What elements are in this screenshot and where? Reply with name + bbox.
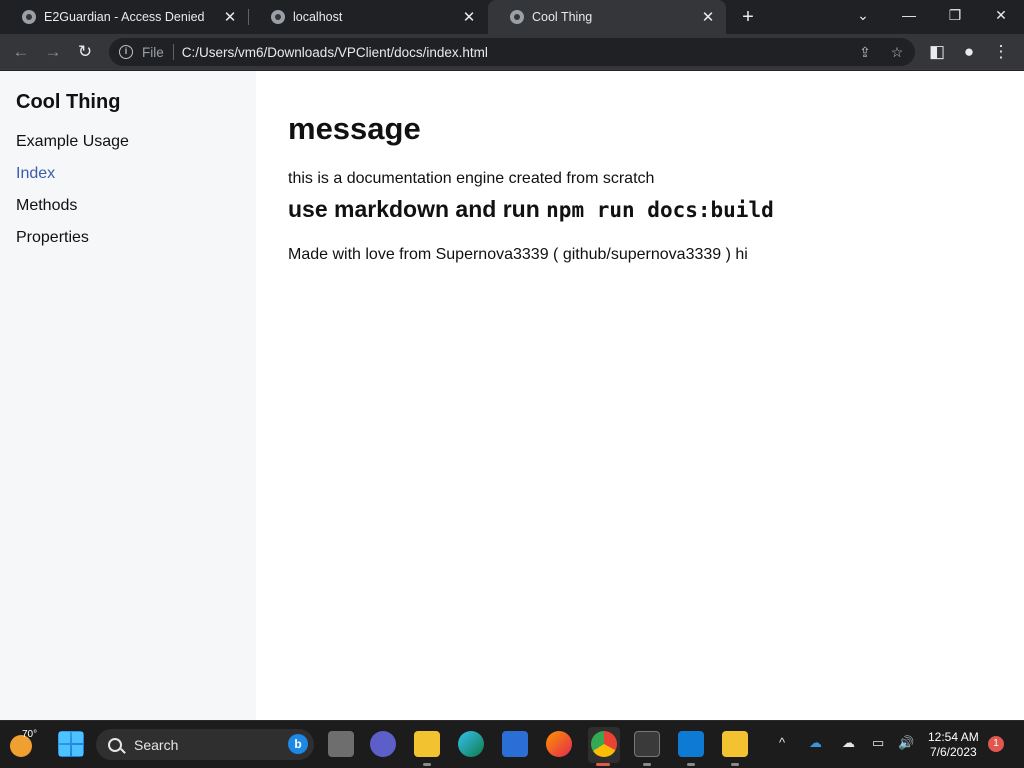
- edge-icon[interactable]: [458, 731, 484, 757]
- tab-cool-thing[interactable]: Cool Thing ✕: [488, 0, 726, 34]
- weather-temp: 70°: [22, 729, 38, 740]
- web-page: Cool Thing Example Usage Index Methods P…: [0, 71, 1024, 720]
- search-icon: [108, 737, 122, 752]
- taskbar-search[interactable]: Search b: [96, 729, 314, 760]
- address-bar[interactable]: i File C:/Users/vm6/Downloads/VPClient/d…: [109, 38, 915, 66]
- credits-paragraph: Made with love from Supernova3339 ( gith…: [288, 246, 748, 263]
- subheading-text: use markdown and run: [288, 196, 547, 222]
- subheading: use markdown and run npm run docs:build: [288, 196, 774, 223]
- close-tab-icon[interactable]: ✕: [698, 8, 718, 26]
- clock-time: 12:54 AM: [928, 730, 979, 744]
- tab-search-icon[interactable]: ⌄: [840, 0, 886, 30]
- sidebar-link-properties[interactable]: Properties: [16, 229, 89, 247]
- page-heading: message: [288, 111, 421, 146]
- onedrive-icon[interactable]: ☁: [809, 735, 822, 751]
- running-indicator: [643, 763, 651, 766]
- restore-button[interactable]: ❐: [932, 0, 978, 30]
- share-icon[interactable]: ⇪: [854, 41, 876, 63]
- vscode-icon[interactable]: [678, 731, 704, 757]
- clock-date: 7/6/2023: [929, 745, 977, 759]
- close-tab-icon[interactable]: ✕: [220, 8, 240, 26]
- bing-icon[interactable]: b: [288, 734, 308, 754]
- firefox-icon[interactable]: [546, 731, 572, 757]
- command-code: npm run docs:build: [546, 198, 774, 222]
- sidebar-link-methods[interactable]: Methods: [16, 197, 77, 215]
- chrome-icon[interactable]: [591, 731, 617, 757]
- sidebar-link-example-usage[interactable]: Example Usage: [16, 133, 129, 151]
- new-tab-button[interactable]: +: [736, 5, 760, 29]
- volume-icon[interactable]: 🔊: [898, 735, 914, 751]
- running-indicator: [731, 763, 739, 766]
- sidebar-link-index[interactable]: Index: [16, 165, 55, 183]
- terminal-icon[interactable]: [634, 731, 660, 757]
- globe-icon: [22, 10, 36, 24]
- info-icon[interactable]: i: [119, 45, 133, 59]
- menu-kebab-icon[interactable]: ⋮: [988, 39, 1014, 65]
- running-indicator: [687, 763, 695, 766]
- search-placeholder: Search: [134, 736, 179, 753]
- tab-localhost[interactable]: localhost ✕: [249, 0, 487, 34]
- show-hidden-icons-icon[interactable]: ^: [779, 735, 785, 750]
- intro-paragraph: this is a documentation engine created f…: [288, 170, 655, 187]
- store-icon[interactable]: [502, 731, 528, 757]
- tab-title: Cool Thing: [532, 10, 593, 24]
- back-button[interactable]: ←: [8, 39, 34, 65]
- side-panel-icon[interactable]: ◧: [924, 39, 950, 65]
- tab-title: E2Guardian - Access Denied: [44, 10, 205, 24]
- close-window-button[interactable]: ✕: [978, 0, 1024, 30]
- url-text[interactable]: C:/Users/vm6/Downloads/VPClient/docs/ind…: [182, 45, 488, 60]
- browser-toolbar: ← → ↻ i File C:/Users/vm6/Downloads/VPCl…: [0, 34, 1024, 70]
- taskbar: 70° Search b ^ ☁ ☁ ▭ 🔊 12:54 AM 7/6/2023: [0, 720, 1024, 768]
- minimize-button[interactable]: —: [886, 0, 932, 30]
- network-icon[interactable]: ▭: [872, 735, 884, 751]
- start-icon[interactable]: [58, 731, 84, 757]
- notification-badge[interactable]: 1: [988, 736, 1004, 752]
- divider: [172, 44, 174, 60]
- tab-strip: E2Guardian - Access Denied ✕ localhost ✕…: [0, 0, 1024, 34]
- tab-e2guardian[interactable]: E2Guardian - Access Denied ✕: [0, 0, 248, 34]
- docs-sidebar: Cool Thing Example Usage Index Methods P…: [0, 71, 256, 720]
- tab-title: localhost: [293, 10, 343, 24]
- taskbar-clock[interactable]: 12:54 AM 7/6/2023: [928, 730, 979, 760]
- task-view-icon[interactable]: [328, 731, 354, 757]
- file-explorer-icon[interactable]: [414, 731, 440, 757]
- reload-button[interactable]: ↻: [72, 39, 98, 65]
- bookmark-star-icon[interactable]: ☆: [886, 41, 908, 63]
- site-title: Cool Thing: [16, 91, 121, 113]
- folder-tool-icon[interactable]: [722, 731, 748, 757]
- running-indicator: [596, 763, 610, 766]
- url-scheme: File: [142, 44, 164, 60]
- globe-icon: [271, 10, 285, 24]
- cloud-offline-icon[interactable]: ☁: [842, 735, 855, 751]
- running-indicator: [423, 763, 431, 766]
- chat-icon[interactable]: [370, 731, 396, 757]
- close-tab-icon[interactable]: ✕: [459, 8, 479, 26]
- forward-button[interactable]: →: [40, 39, 66, 65]
- globe-icon: [510, 10, 524, 24]
- profile-icon[interactable]: ●: [956, 39, 982, 65]
